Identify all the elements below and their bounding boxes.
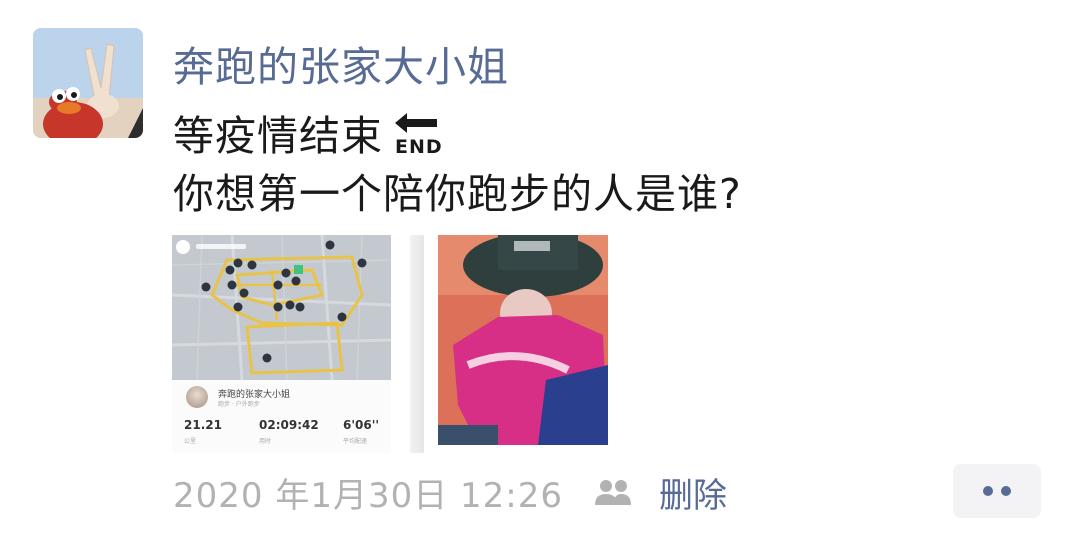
runner-subtitle: 跑步 · 户外跑步 (218, 401, 260, 408)
avatar-image (33, 28, 143, 138)
more-button[interactable] (953, 464, 1041, 518)
more-dots-icon (983, 486, 1011, 496)
post-text-line-2: 你想第一个陪你跑步的人是谁? (173, 170, 742, 218)
pace-label: 平均配速 (343, 438, 368, 445)
post-meta: 2020 年1月30日 12:26 删除 (173, 468, 727, 517)
map-area (172, 235, 391, 380)
pace-value: 6'06'' (343, 418, 380, 432)
post-text: 等疫情结束 (173, 112, 383, 160)
friends-icon[interactable] (593, 477, 633, 507)
avatar[interactable] (33, 28, 143, 138)
delete-button[interactable]: 删除 (659, 468, 727, 517)
selfie-image[interactable] (404, 235, 623, 453)
end-arrow-icon: END (389, 109, 441, 157)
author-name[interactable]: 奔跑的张家大小姐 (173, 33, 509, 93)
end-emoji-label: END (395, 136, 441, 157)
run-summary-card: 奔跑的张家大小姐 跑步 · 户外跑步 21.21 公里 02:09:42 用时 … (172, 380, 391, 453)
selfie-photo (438, 235, 608, 445)
distance-value: 21.21 (184, 418, 222, 432)
run-map-image[interactable]: 奔跑的张家大小姐 跑步 · 户外跑步 21.21 公里 02:09:42 用时 … (172, 235, 391, 453)
post-text-line-1: 等疫情结束 END (173, 102, 441, 163)
duration-value: 02:09:42 (259, 418, 319, 432)
distance-label: 公里 (184, 438, 197, 445)
post-timestamp: 2020 年1月30日 12:26 (173, 475, 564, 516)
runner-avatar (186, 386, 208, 408)
duration-label: 用时 (259, 438, 272, 445)
photo-edge (410, 235, 424, 453)
moments-post: 奔跑的张家大小姐 等疫情结束 END 你想第一个陪你跑步的人是谁? 奔跑的张家大… (0, 0, 1080, 542)
